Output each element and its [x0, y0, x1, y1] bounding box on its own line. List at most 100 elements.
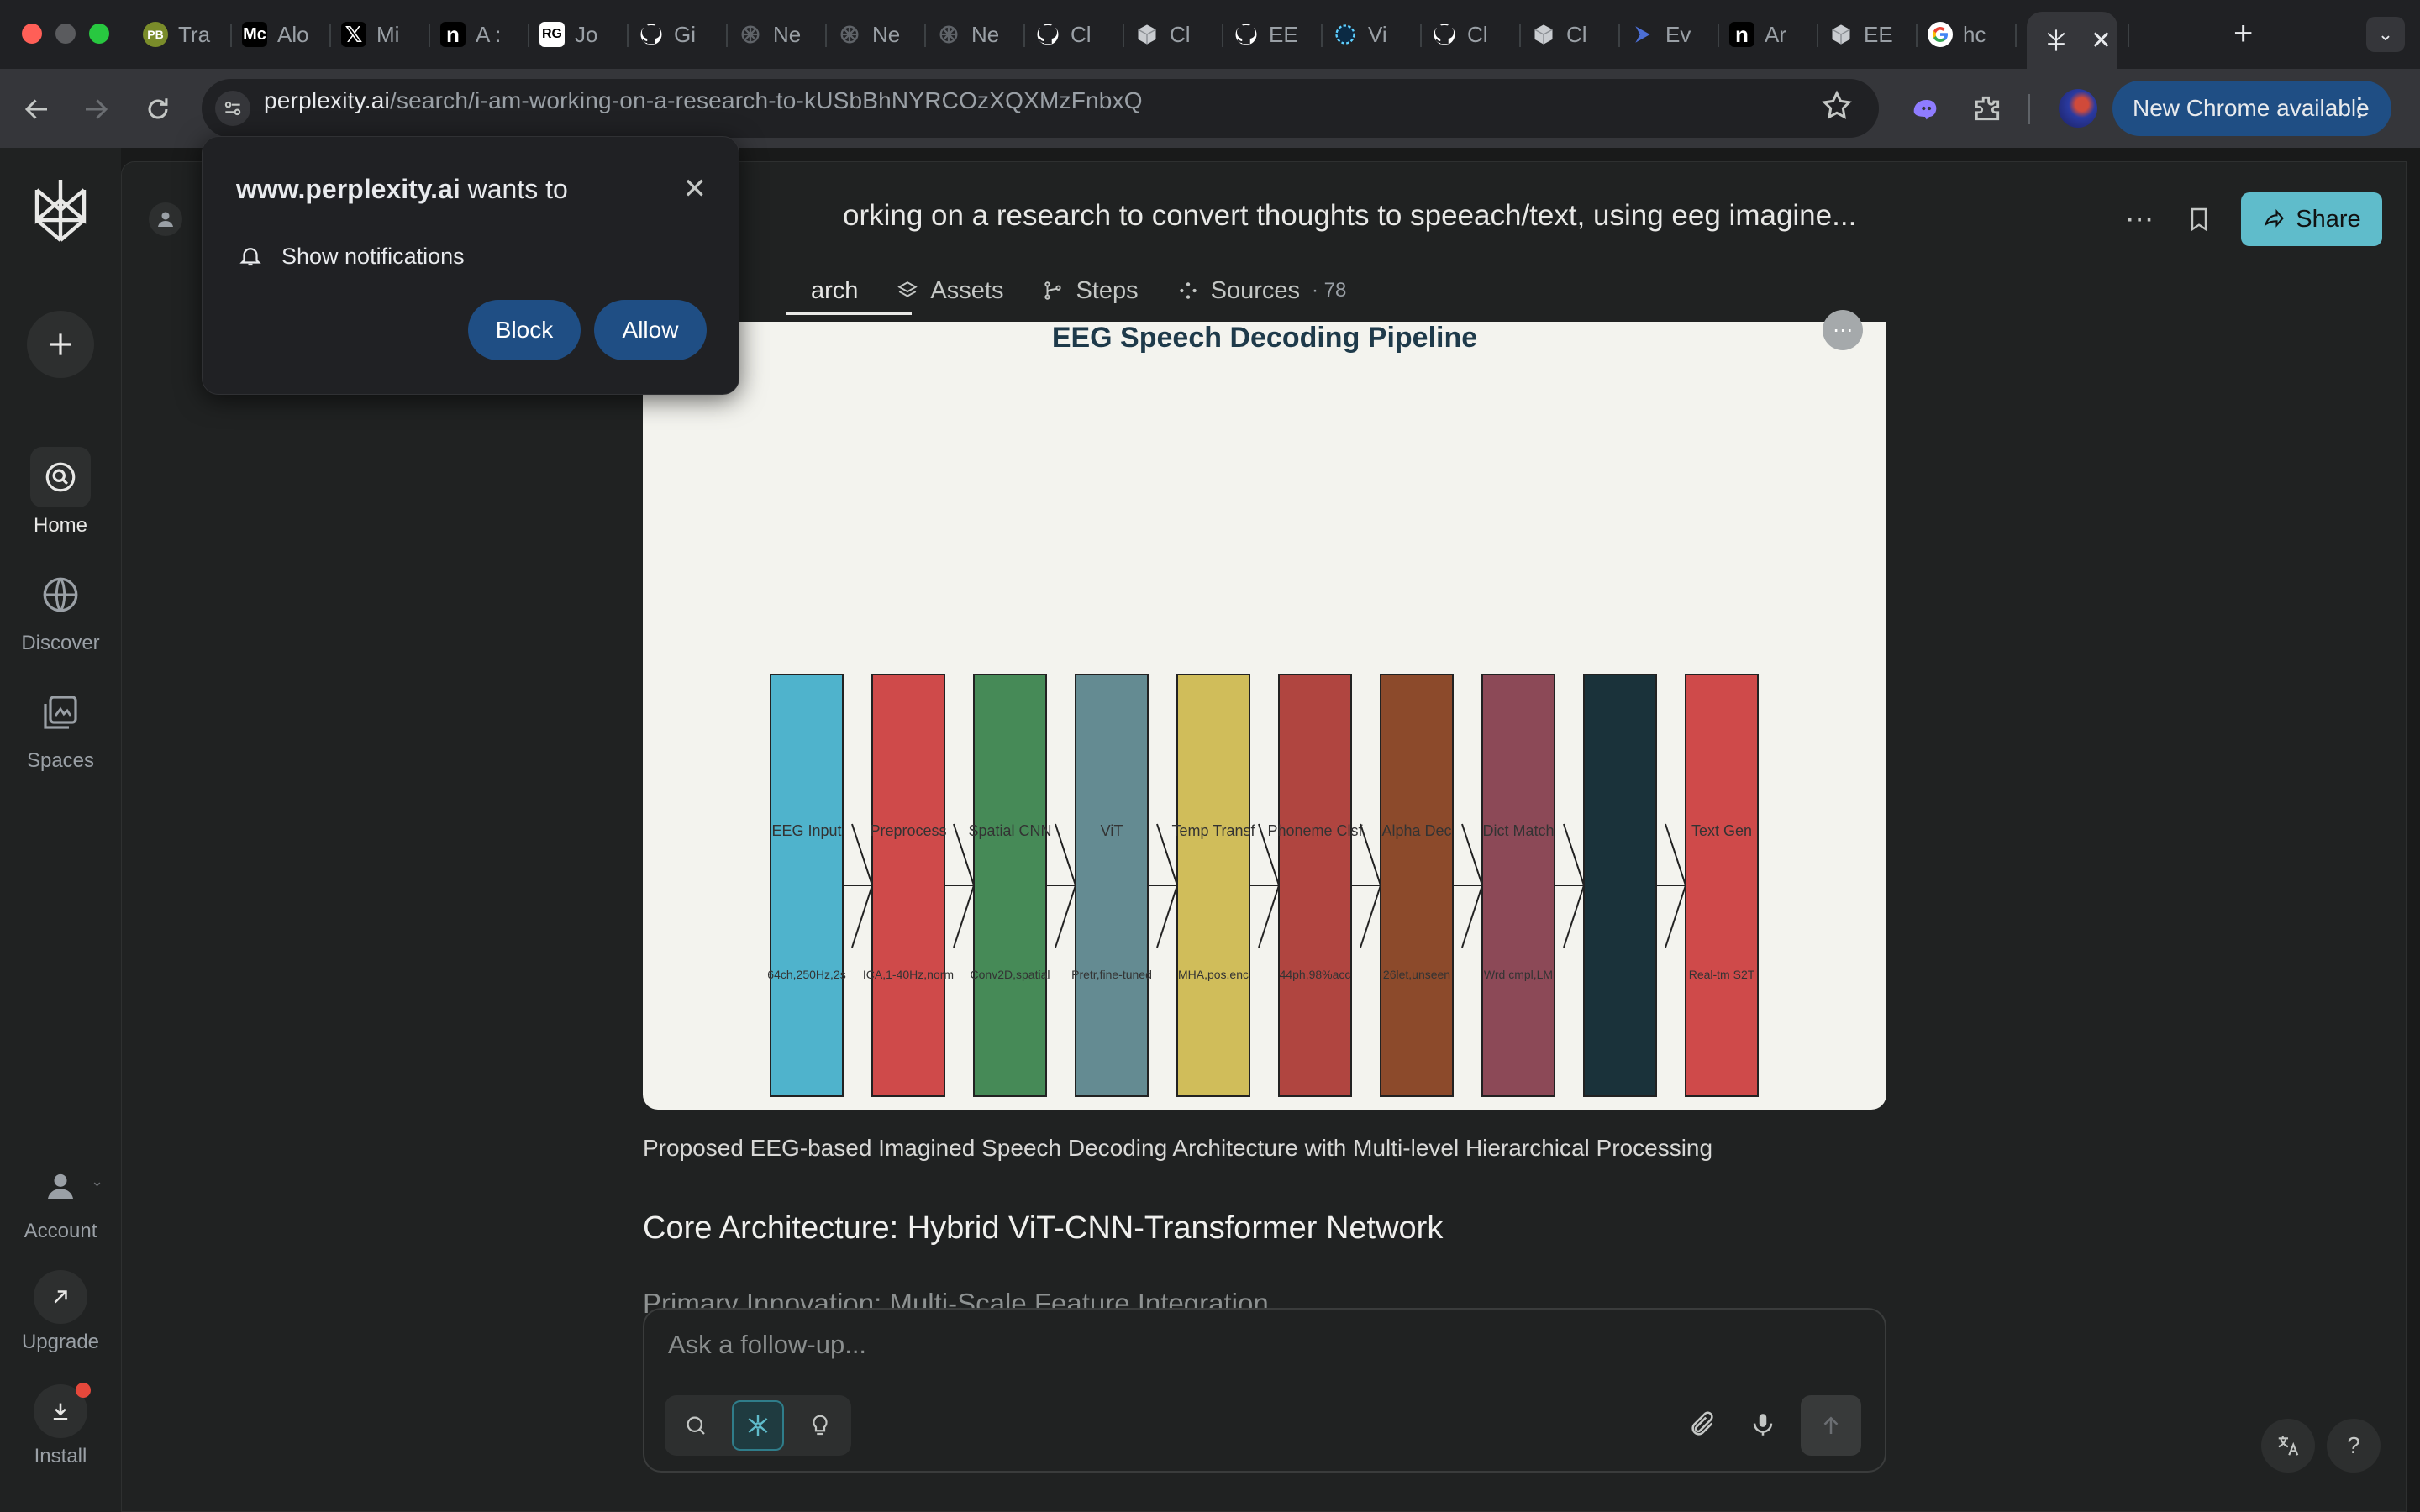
bookmark-star-icon[interactable] [1820, 89, 1854, 127]
minimize-window-button[interactable] [55, 24, 76, 44]
browser-tab[interactable]: Ne [738, 15, 822, 54]
share-button[interactable]: Share [2241, 192, 2382, 246]
browser-tab[interactable]: n A : [440, 15, 524, 54]
extensions-puzzle-icon[interactable] [1966, 87, 2008, 129]
tab-divider [825, 24, 827, 47]
microphone-icon[interactable] [1749, 1410, 1777, 1443]
tab-divider [429, 24, 430, 47]
browser-tab-label: Cl [1467, 21, 1488, 47]
close-window-button[interactable] [22, 24, 42, 44]
tab-divider [1023, 24, 1025, 47]
block-button[interactable]: Block [468, 300, 581, 360]
browser-tab[interactable]: EE [1828, 15, 1912, 54]
forward-icon[interactable] [76, 89, 116, 129]
browser-tab[interactable]: Ev [1630, 15, 1714, 54]
browser-tab[interactable]: Cl [1035, 15, 1119, 54]
user-avatar[interactable] [149, 202, 182, 236]
sidebar-item-spaces[interactable]: Spaces [0, 682, 121, 773]
browser-tab[interactable]: n Ar [1729, 15, 1813, 54]
attach-icon[interactable] [1688, 1410, 1717, 1443]
browser-tab-active[interactable]: ✕ [2027, 12, 2118, 69]
pipeline-stage-name: EEG Input [771, 822, 841, 839]
tab-divider [2128, 24, 2129, 47]
back-icon[interactable] [17, 89, 57, 129]
pipeline-stage-box [1278, 674, 1352, 1097]
maximize-window-button[interactable] [89, 24, 109, 44]
chrome-update-label: New Chrome available [2133, 95, 2370, 121]
profile-avatar[interactable] [2059, 89, 2097, 128]
tab-divider [1321, 24, 1323, 47]
browser-tab[interactable]: RG Jo [539, 15, 623, 54]
cube-icon [1828, 22, 1854, 47]
sidebar-item-home[interactable]: Home [0, 447, 121, 538]
chrome-menu-icon[interactable]: ⋮ [2346, 91, 2373, 123]
pipeline-stage-detail: MHA,pos.enc [1178, 968, 1249, 981]
pipeline-stage-box [1075, 674, 1149, 1097]
browser-tab[interactable]: hc [1928, 15, 2012, 54]
sidebar-item-label: Account [24, 1220, 97, 1242]
reload-icon[interactable] [138, 89, 178, 129]
sidebar-item-account[interactable]: ⌄ Account [0, 1156, 121, 1243]
browser-tab-label: Cl [1170, 21, 1191, 47]
sources-icon [1179, 282, 1197, 299]
pipeline-stage-box [1380, 674, 1454, 1097]
pipeline-stage-detail: 26let,unseen [1383, 968, 1450, 981]
notion-logo-icon: n [1729, 22, 1754, 47]
figure-more-button[interactable]: ⋯ [1823, 310, 1863, 350]
thread-title: orking on a research to convert thoughts… [843, 199, 1857, 232]
more-options-icon[interactable]: ⋯ [2125, 202, 2154, 236]
browser-tab[interactable]: Cl [1134, 15, 1218, 54]
follow-up-input[interactable] [668, 1330, 1844, 1360]
github-icon [1035, 22, 1060, 47]
tab-sources[interactable]: Sources · 78 [1177, 270, 1346, 312]
browser-tab[interactable]: Vi [1333, 15, 1417, 54]
bell-icon [239, 248, 261, 266]
openai-icon [936, 22, 961, 47]
labs-mode-button[interactable] [794, 1400, 846, 1451]
browser-tab[interactable]: Ne [936, 15, 1020, 54]
home-search-icon [30, 447, 91, 507]
browser-tab[interactable]: Mc Alo [242, 15, 326, 54]
pipeline-stage-name: Text Gen [1691, 822, 1752, 839]
new-tab-button[interactable]: + [2233, 15, 2253, 53]
close-icon[interactable]: ✕ [683, 172, 708, 206]
pipeline-stage-name: ViT [1101, 822, 1123, 839]
tab-assets[interactable]: Assets [897, 270, 1003, 312]
openai-icon [837, 22, 862, 47]
tab-divider [726, 24, 728, 47]
tab-search[interactable]: arch [811, 270, 858, 312]
chrome-update-button[interactable]: New Chrome available ⋮ [2112, 81, 2391, 136]
extension-ghost-icon[interactable] [1904, 87, 1946, 129]
browser-tab[interactable]: EE [1234, 15, 1318, 54]
site-info-icon[interactable] [215, 91, 250, 126]
help-button[interactable]: ? [2327, 1419, 2381, 1473]
browser-tab[interactable]: Cl [1531, 15, 1615, 54]
browser-tab[interactable]: PB Tra [143, 15, 227, 54]
tab-steps[interactable]: Steps [1042, 270, 1139, 312]
browser-tab[interactable]: Ne [837, 15, 921, 54]
url-text: perplexity.ai/search/i-am-working-on-a-r… [264, 87, 1143, 114]
tab-divider [1222, 24, 1223, 47]
pipeline-stage-detail: 64ch,250Hz,2s [767, 968, 845, 981]
translate-button[interactable] [2261, 1419, 2315, 1473]
submit-button[interactable] [1801, 1395, 1861, 1456]
sidebar-item-label: Discover [21, 632, 100, 654]
tab-search-button[interactable]: ⌄ [2366, 17, 2405, 52]
bookmark-icon[interactable] [2186, 204, 2212, 239]
sidebar-item-upgrade[interactable]: Upgrade [0, 1270, 121, 1354]
sidebar-item-label: Home [33, 514, 88, 537]
browser-tab[interactable]: Gi [639, 15, 723, 54]
permission-item: Show notifications [238, 243, 465, 270]
browser-tab[interactable]: 𝕏 Mi [341, 15, 425, 54]
new-thread-button[interactable] [27, 311, 94, 378]
sidebar-item-install[interactable]: Install [0, 1383, 121, 1468]
perplexity-logo-icon[interactable] [30, 176, 91, 248]
sidebar-item-discover[interactable]: Discover [0, 564, 121, 655]
pipeline-stage-name: Spatial CNN [968, 822, 1051, 839]
browser-tab[interactable]: Cl [1432, 15, 1516, 54]
allow-button[interactable]: Allow [594, 300, 707, 360]
github-icon [639, 22, 664, 47]
research-mode-button[interactable] [732, 1400, 784, 1451]
close-tab-icon[interactable]: ✕ [2091, 26, 2112, 55]
search-mode-button[interactable] [670, 1400, 722, 1451]
